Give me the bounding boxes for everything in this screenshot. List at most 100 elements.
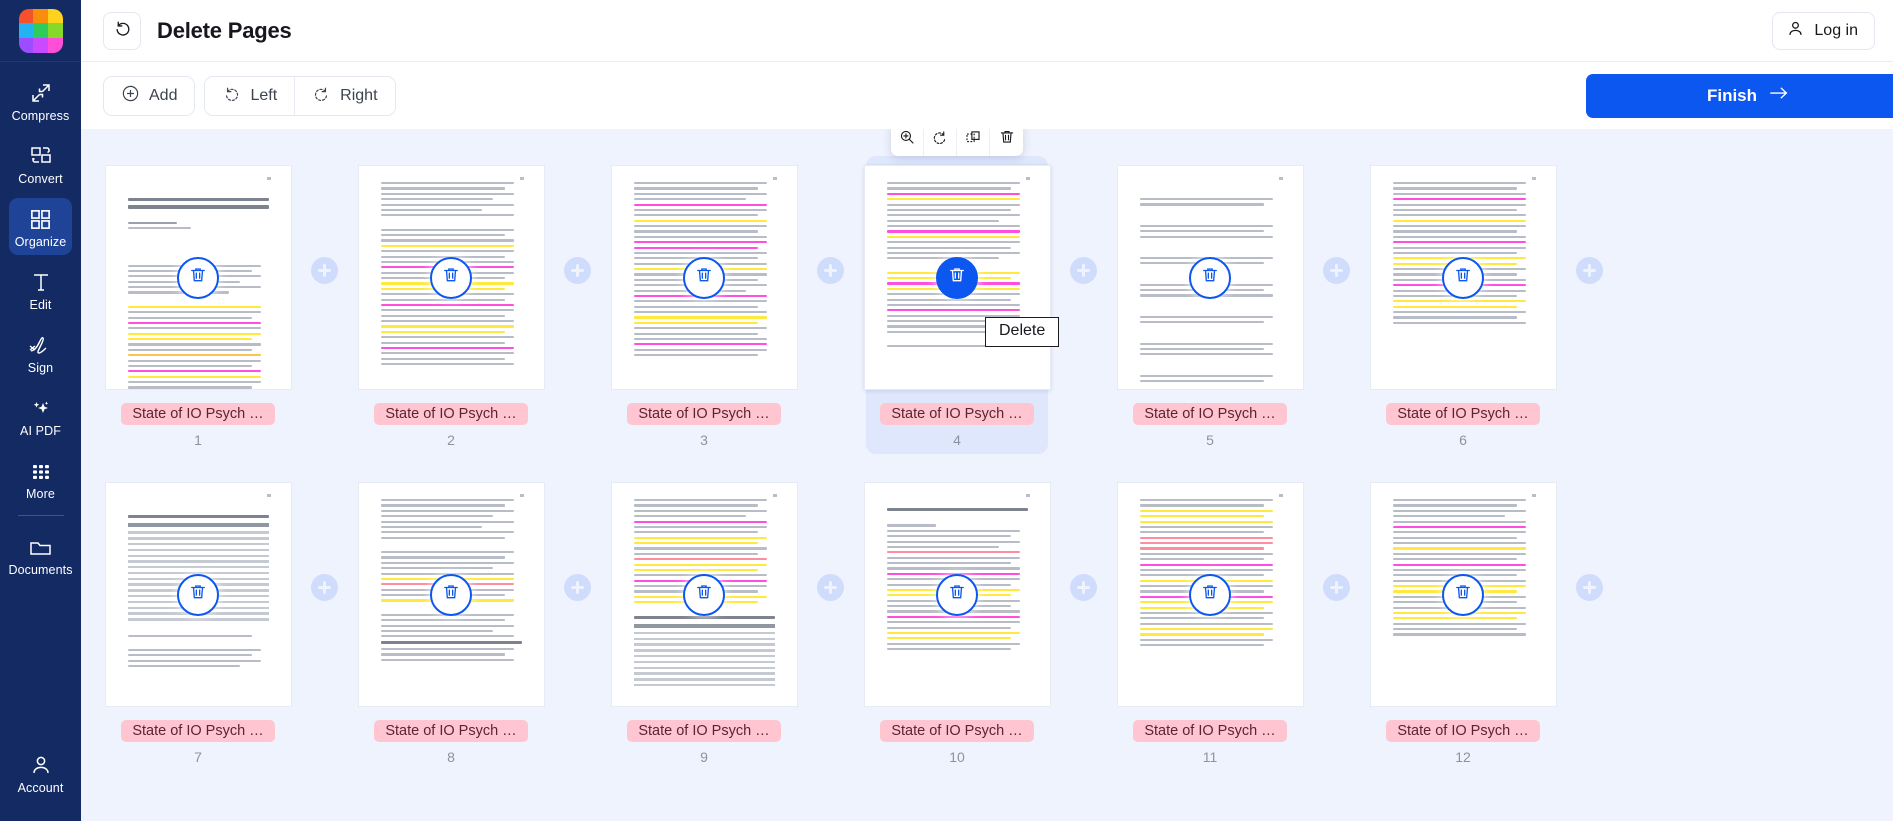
duplicate-button[interactable] xyxy=(957,129,990,156)
page-card[interactable]: State of IO Psych … 10 xyxy=(863,473,1051,771)
delete-page-button[interactable] xyxy=(177,256,219,299)
doc-line xyxy=(127,291,230,294)
trash-button[interactable] xyxy=(990,129,1023,156)
insert-page-button[interactable] xyxy=(1323,257,1350,284)
doc-line xyxy=(380,352,515,355)
sidebar-item-account[interactable]: Account xyxy=(9,744,72,801)
sidebar-item-more[interactable]: More xyxy=(9,450,72,507)
page-card[interactable]: State of IO Psych … 2 xyxy=(357,156,545,454)
page-thumbnail[interactable] xyxy=(610,165,798,390)
doc-line xyxy=(633,568,758,572)
plus-icon xyxy=(824,581,837,594)
page-card[interactable]: State of IO Psych … 3 xyxy=(610,156,798,454)
rotate-right-icon xyxy=(312,84,331,108)
rotate-left-button[interactable]: Left xyxy=(205,76,296,115)
doc-line xyxy=(127,327,262,330)
sidebar-item-documents[interactable]: Documents xyxy=(8,526,72,583)
doc-line xyxy=(633,198,747,201)
sidebar-item-convert[interactable]: Convert xyxy=(9,135,72,192)
page-card[interactable]: State of IO Psych … 8 xyxy=(357,473,545,771)
logo-swatch xyxy=(47,37,63,53)
delete-page-button[interactable] xyxy=(430,573,472,616)
insert-page-button[interactable] xyxy=(1070,574,1097,601)
page-corner-mark xyxy=(1025,494,1030,497)
page-thumbnail[interactable] xyxy=(1116,165,1304,390)
sidebar-item-compress[interactable]: Compress xyxy=(9,72,72,129)
page-card[interactable]: State of IO Psych … 1 xyxy=(104,156,292,454)
doc-line xyxy=(1139,520,1274,523)
doc-line xyxy=(1392,547,1527,550)
delete-page-button[interactable] xyxy=(430,256,472,299)
doc-table-row xyxy=(633,655,775,658)
insert-page-button[interactable] xyxy=(1070,257,1097,284)
sidebar-item-ai-pdf[interactable]: AI PDF xyxy=(9,387,72,444)
page-card[interactable]: State of IO Psych … 9 xyxy=(610,473,798,771)
page-card[interactable]: State of IO Psych … 11 xyxy=(1116,473,1304,771)
delete-page-button[interactable] xyxy=(683,573,725,616)
page-card[interactable]: State of IO Psych … 5 xyxy=(1116,156,1304,454)
delete-page-button[interactable] xyxy=(1442,573,1484,616)
doc-line xyxy=(1139,628,1274,631)
page-thumbnail[interactable] xyxy=(104,165,292,390)
page-card[interactable]: State of IO Psych … 12 xyxy=(1369,473,1557,771)
delete-page-button[interactable] xyxy=(936,573,978,616)
page-thumbnail[interactable] xyxy=(863,482,1051,707)
page-thumbnail[interactable] xyxy=(1369,482,1557,707)
delete-page-button[interactable] xyxy=(683,256,725,299)
page-thumbnail[interactable] xyxy=(610,482,798,707)
sidebar-item-organize[interactable]: Organize xyxy=(9,198,72,255)
insert-page-button[interactable] xyxy=(311,574,338,601)
insert-page-button[interactable] xyxy=(817,257,844,284)
sidebar-item-edit[interactable]: Edit xyxy=(9,261,72,318)
doc-line xyxy=(380,228,515,231)
delete-page-button[interactable] xyxy=(1442,256,1484,299)
insert-page-button[interactable] xyxy=(817,574,844,601)
doc-line xyxy=(886,182,1021,185)
doc-line xyxy=(1392,300,1527,303)
doc-table-row xyxy=(127,548,269,552)
doc-line xyxy=(380,509,515,512)
page-thumbnail[interactable] xyxy=(357,165,545,390)
rotate-right-button[interactable] xyxy=(924,129,957,156)
page-label-badge: State of IO Psych … xyxy=(880,403,1034,425)
logo-container[interactable] xyxy=(0,0,81,62)
page-thumbnail[interactable] xyxy=(863,165,1051,390)
finish-button[interactable]: Finish xyxy=(1586,73,1893,118)
doc-line xyxy=(380,551,515,554)
doc-line xyxy=(380,198,494,201)
delete-page-button[interactable] xyxy=(1189,573,1231,616)
doc-line xyxy=(1392,531,1527,534)
zoom-in-button[interactable] xyxy=(891,129,924,156)
doc-line xyxy=(886,535,1011,538)
undo-button[interactable] xyxy=(103,11,141,50)
plus-icon xyxy=(1583,264,1596,277)
login-button[interactable]: Log in xyxy=(1772,11,1875,50)
page-card[interactable]: State of IO Psych … 7 xyxy=(104,473,292,771)
delete-page-button[interactable] xyxy=(177,573,219,616)
rotate-right-button[interactable]: Right xyxy=(295,76,395,115)
insert-page-button[interactable] xyxy=(1576,257,1603,284)
page-thumbnail[interactable] xyxy=(104,482,292,707)
insert-page-button[interactable] xyxy=(564,574,591,601)
page-thumbnail[interactable] xyxy=(1116,482,1304,707)
doc-line xyxy=(1139,547,1264,550)
insert-page-button[interactable] xyxy=(1576,574,1603,601)
page-label-badge: State of IO Psych … xyxy=(1386,720,1540,742)
page-card[interactable]: State of IO Psych … 6 xyxy=(1369,156,1557,454)
doc-line xyxy=(127,316,252,319)
insert-page-button[interactable] xyxy=(1323,574,1350,601)
page-card[interactable]: State of IO Psych … 4 Delete xyxy=(863,129,1060,454)
page-thumbnail[interactable] xyxy=(1369,165,1557,390)
add-button[interactable]: Add xyxy=(104,76,195,115)
sidebar-item-sign[interactable]: Sign xyxy=(9,324,72,381)
delete-page-button[interactable] xyxy=(936,256,978,299)
doc-line xyxy=(633,509,768,512)
doc-line xyxy=(633,354,758,357)
delete-page-button[interactable] xyxy=(1189,256,1231,299)
page-label-badge: State of IO Psych … xyxy=(627,403,781,425)
doc-line xyxy=(886,631,1021,635)
insert-page-button[interactable] xyxy=(564,257,591,284)
page-thumbnail[interactable] xyxy=(357,482,545,707)
insert-page-button[interactable] xyxy=(311,257,338,284)
compress-icon xyxy=(29,79,53,105)
